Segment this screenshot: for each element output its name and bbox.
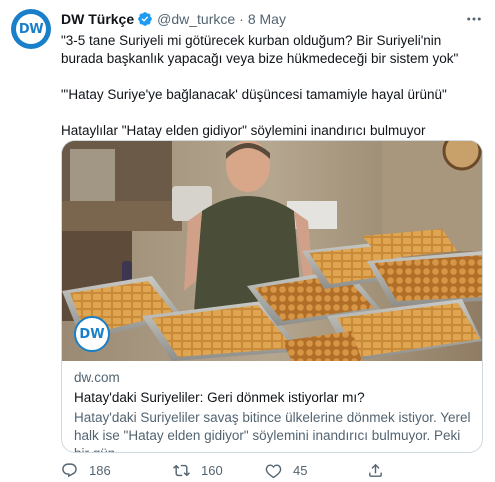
reply-icon (62, 462, 77, 477)
dw-watermark-logo: DW (74, 316, 110, 352)
tweet-header: DW Türkçe @dw_turkce · 8 May (61, 10, 286, 28)
more-dots-icon (467, 17, 481, 21)
card-description: Hatay'daki Suriyeliler savaş bitince ülk… (74, 410, 471, 452)
heart-icon (265, 463, 282, 478)
tweet-text-line: Hataylılar "Hatay elden gidiyor" söylemi… (61, 123, 426, 138)
share-icon (369, 463, 382, 477)
dw-watermark-text: DW (79, 326, 105, 342)
reply-button[interactable]: 186 (61, 462, 153, 479)
tweet-text-line: "3-5 tane Suriyeli mi götürecek kurban o… (61, 33, 459, 66)
retweet-count: 160 (201, 462, 223, 478)
link-card[interactable]: DW dw.com Hatay'daki Suriyeliler: Geri d… (61, 140, 483, 453)
like-button[interactable]: 45 (265, 462, 357, 479)
like-count: 45 (293, 462, 308, 478)
reply-count: 186 (89, 462, 111, 478)
separator-dot: · (239, 11, 244, 27)
more-options-button[interactable] (465, 10, 483, 28)
card-domain: dw.com (74, 370, 120, 385)
tweet-date[interactable]: 8 May (248, 11, 286, 27)
verified-badge-icon (138, 12, 152, 26)
bakery-photo (62, 141, 482, 361)
retweet-icon (173, 464, 190, 476)
tweet[interactable]: DW DW Türkçe @dw_turkce · 8 May "3-5 tan… (0, 0, 495, 482)
retweet-button[interactable]: 160 (173, 462, 265, 479)
card-image[interactable]: DW (62, 141, 482, 361)
action-bar: 186 160 45 (61, 460, 441, 480)
tweet-text-line: "'Hatay Suriye'ye bağlanacak' düşüncesi … (61, 87, 447, 102)
tweet-text: "3-5 tane Suriyeli mi götürecek kurban o… (61, 32, 483, 140)
author-name[interactable]: DW Türkçe (61, 11, 134, 27)
author-handle[interactable]: @dw_turkce (157, 11, 235, 27)
card-title[interactable]: Hatay'daki Suriyeliler: Geri dönmek isti… (74, 389, 474, 407)
share-button[interactable] (367, 462, 397, 479)
avatar[interactable]: DW (11, 9, 51, 49)
dw-logo: DW (16, 14, 46, 44)
card-meta: dw.com Hatay'daki Suriyeliler: Geri dönm… (74, 369, 474, 452)
